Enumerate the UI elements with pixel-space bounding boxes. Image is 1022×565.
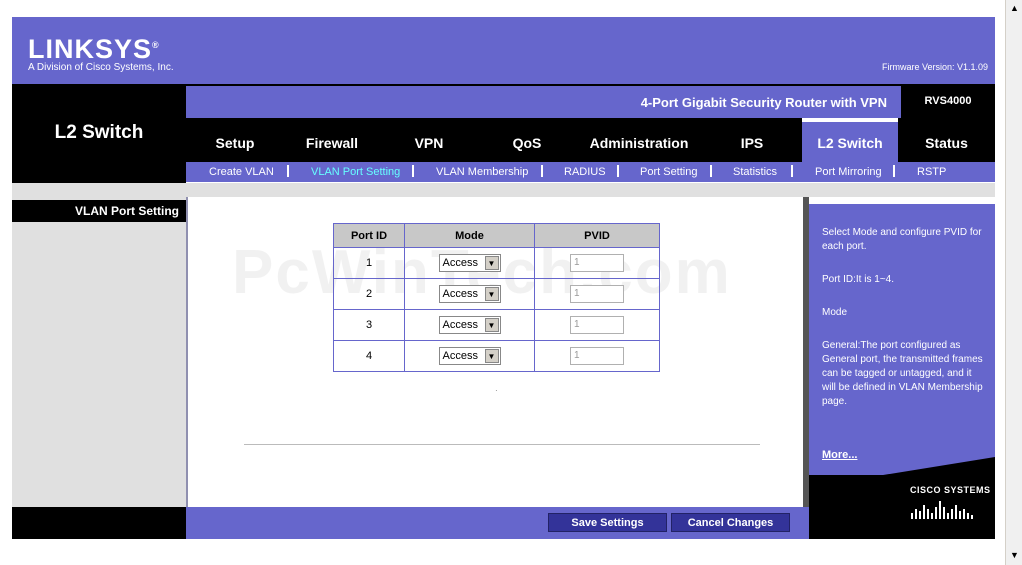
tab-status[interactable]: Status <box>898 118 995 162</box>
mode-value: Access <box>442 350 478 362</box>
model-number: RVS4000 <box>901 84 995 118</box>
subtab-rstp[interactable]: RSTP <box>917 166 946 178</box>
product-bar: 4-Port Gigabit Security Router with VPN <box>186 84 901 118</box>
subtab-port-setting[interactable]: Port Setting <box>640 166 697 178</box>
help-intro: Select Mode and configure PVID for each … <box>822 227 982 252</box>
dropdown-arrow-icon[interactable]: ▼ <box>484 256 499 270</box>
subtab-vlan-membership[interactable]: VLAN Membership <box>436 166 528 178</box>
tab-qos[interactable]: QoS <box>478 118 576 162</box>
port-id-cell: 4 <box>333 340 405 372</box>
port-id-cell: 3 <box>333 309 405 341</box>
mode-cell: Access ▼ <box>404 247 535 279</box>
col-mode: Mode <box>404 223 535 248</box>
pvid-cell: 1 <box>534 278 660 310</box>
registered-mark: ® <box>152 40 160 50</box>
tab-setup[interactable]: Setup <box>186 118 284 162</box>
pvid-input[interactable]: 1 <box>570 254 624 272</box>
table-row: 4 Access ▼ 1 <box>333 340 660 372</box>
firmware-version: Firmware Version: V1.1.09 <box>881 62 988 72</box>
separator <box>710 165 712 177</box>
subtab-create-vlan[interactable]: Create VLAN <box>209 166 274 178</box>
pvid-cell: 1 <box>534 340 660 372</box>
port-id-cell: 1 <box>333 247 405 279</box>
router-page: LINKSYS® A Division of Cisco Systems, In… <box>12 17 995 539</box>
table-header-row: Port ID Mode PVID <box>333 223 660 248</box>
mode-value: Access <box>442 319 478 331</box>
separator <box>541 165 543 177</box>
browser-frame: ▲ ▼ LINKSYS® A Division of Cisco Systems… <box>0 0 1022 565</box>
subtab-port-mirroring[interactable]: Port Mirroring <box>815 166 882 178</box>
section-title: L2 Switch <box>54 122 144 143</box>
main-content: PcWinTech.com Port ID Mode PVID 1 Access… <box>186 197 803 507</box>
separator <box>412 165 414 177</box>
dropdown-arrow-icon[interactable]: ▼ <box>484 349 499 363</box>
scroll-down-icon[interactable]: ▼ <box>1009 550 1020 561</box>
mode-select[interactable]: Access ▼ <box>438 347 501 365</box>
cancel-changes-button[interactable]: Cancel Changes <box>671 513 790 532</box>
pvid-input[interactable]: 1 <box>570 285 624 303</box>
dropdown-arrow-icon[interactable]: ▼ <box>484 318 499 332</box>
pvid-input[interactable]: 1 <box>570 316 624 334</box>
left-panel <box>12 197 186 507</box>
brand-name: LINKSYS <box>28 34 153 64</box>
table-row: 1 Access ▼ 1 <box>333 247 660 279</box>
cisco-logo-icon <box>911 501 973 519</box>
divider-band <box>12 183 995 197</box>
mode-select[interactable]: Access ▼ <box>438 254 501 272</box>
main-tabs: Setup Firewall VPN QoS Administration IP… <box>186 118 995 162</box>
scroll-up-icon[interactable]: ▲ <box>1009 3 1020 14</box>
brand-tagline: A Division of Cisco Systems, Inc. <box>28 62 174 73</box>
table-row: 3 Access ▼ 1 <box>333 309 660 341</box>
cisco-logo-text: CISCO SYSTEMS <box>910 485 991 495</box>
col-port-id: Port ID <box>333 223 405 248</box>
table-row: 2 Access ▼ 1 <box>333 278 660 310</box>
mode-select[interactable]: Access ▼ <box>438 316 501 334</box>
separator <box>617 165 619 177</box>
separator <box>791 165 793 177</box>
separator <box>287 165 289 177</box>
mode-cell: Access ▼ <box>404 278 535 310</box>
tab-l2-switch[interactable]: L2 Switch <box>802 118 898 162</box>
mode-select[interactable]: Access ▼ <box>438 285 501 303</box>
sub-navigation: Create VLAN VLAN Port Setting VLAN Membe… <box>186 162 995 182</box>
help-mode: Mode <box>822 307 848 318</box>
vertical-scrollbar[interactable]: ▲ ▼ <box>1005 0 1022 565</box>
help-top-strip <box>809 197 995 204</box>
pvid-cell: 1 <box>534 247 660 279</box>
dropdown-arrow-icon[interactable]: ▼ <box>484 287 499 301</box>
tab-ips[interactable]: IPS <box>702 118 802 162</box>
pvid-cell: 1 <box>534 309 660 341</box>
pvid-input[interactable]: 1 <box>570 347 624 365</box>
bottom-left-panel <box>12 507 186 539</box>
page-header: LINKSYS® A Division of Cisco Systems, In… <box>12 17 995 84</box>
product-name: 4-Port Gigabit Security Router with VPN <box>640 95 887 110</box>
page-subtitle: VLAN Port Setting <box>12 200 186 222</box>
col-pvid: PVID <box>534 223 660 248</box>
port-id-cell: 2 <box>333 278 405 310</box>
action-bar: Save Settings Cancel Changes <box>186 507 809 539</box>
subtab-vlan-port-setting[interactable]: VLAN Port Setting <box>311 166 400 178</box>
help-port-id: Port ID:It is 1~4. <box>822 274 894 285</box>
mode-cell: Access ▼ <box>404 340 535 372</box>
help-general: General:The port configured as General p… <box>822 340 983 407</box>
mode-cell: Access ▼ <box>404 309 535 341</box>
subtab-radius[interactable]: RADIUS <box>564 166 606 178</box>
tab-administration[interactable]: Administration <box>576 118 702 162</box>
mode-value: Access <box>442 257 478 269</box>
port-table: Port ID Mode PVID 1 Access ▼ 1 2 Access ▼ … <box>333 223 660 372</box>
linksys-logo: LINKSYS® A Division of Cisco Systems, In… <box>28 31 174 73</box>
tab-firewall[interactable]: Firewall <box>284 118 380 162</box>
subtab-statistics[interactable]: Statistics <box>733 166 777 178</box>
tab-vpn[interactable]: VPN <box>380 118 478 162</box>
dot-mark: · <box>495 386 498 395</box>
separator <box>893 165 895 177</box>
mode-value: Access <box>442 288 478 300</box>
save-settings-button[interactable]: Save Settings <box>548 513 667 532</box>
horizontal-rule <box>244 444 760 445</box>
